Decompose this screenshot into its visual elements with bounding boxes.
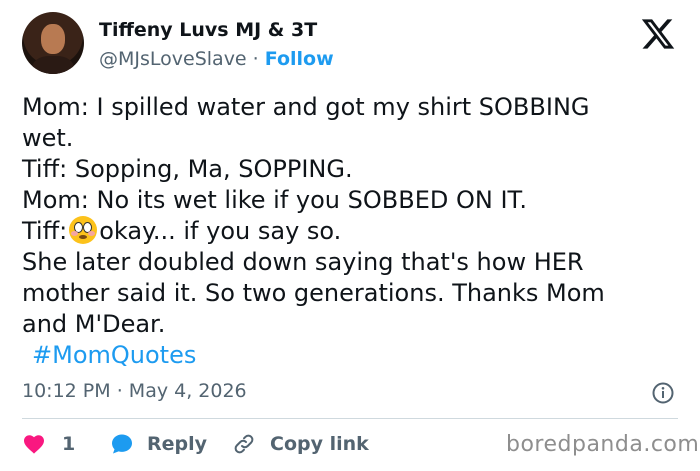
avatar-body [32, 56, 74, 74]
meta-separator: · [116, 380, 123, 402]
link-icon [234, 434, 254, 454]
handle-separator: · [252, 48, 259, 70]
tweet-line-tiff: Tiff: okay... if you say so. [22, 216, 682, 247]
watermark: boredpanda.com [506, 432, 700, 457]
copy-link-button[interactable]: Copy link [232, 430, 369, 458]
tiff-prefix: Tiff: [22, 217, 68, 245]
tweet-line: Mom: I spilled water and got my shirt SO… [22, 93, 590, 121]
tweet-line: mother said it. So two generations. Than… [22, 279, 605, 307]
copy-link-label: Copy link [270, 433, 369, 455]
tweet-time: 10:12 PM [22, 380, 111, 402]
tweet-timestamp[interactable]: 10:12 PM · May 4, 2026 [22, 379, 247, 403]
author-name[interactable]: Tiffeny Luvs MJ & 3T [99, 18, 317, 42]
reply-bubble-icon [112, 434, 132, 454]
author-handle-row: @MJsLoveSlave · Follow [99, 47, 334, 71]
divider [22, 418, 678, 419]
heart-icon [24, 435, 44, 454]
tweet-line: Mom: No its wet like if you SOBBED ON IT… [22, 186, 527, 214]
tweet-line: wet. [22, 124, 74, 152]
tweet-line: Tiff: Sopping, Ma, SOPPING. [22, 155, 353, 183]
tweet-date: May 4, 2026 [128, 380, 247, 402]
flushed-face-emoji [69, 216, 98, 244]
hashtag-link[interactable]: #MomQuotes [32, 341, 196, 369]
author-handle[interactable]: @MJsLoveSlave [99, 48, 247, 70]
x-logo-icon[interactable] [640, 16, 676, 52]
like-button[interactable]: 1 [22, 430, 75, 458]
avatar[interactable] [22, 12, 84, 74]
tweet-text: Mom: I spilled water and got my shirt SO… [22, 92, 682, 371]
tweet-line: She later doubled down saying that's how… [22, 248, 584, 276]
hashtag-line: #MomQuotes [22, 340, 682, 371]
reply-button[interactable]: Reply [110, 430, 207, 458]
tiff-rest: okay... if you say so. [99, 217, 342, 245]
tweet-line: and M'Dear. [22, 310, 166, 338]
avatar-face [41, 24, 65, 54]
info-icon[interactable] [651, 381, 675, 405]
like-count: 1 [62, 433, 76, 455]
follow-button[interactable]: Follow [265, 48, 334, 70]
reply-label: Reply [147, 433, 208, 455]
